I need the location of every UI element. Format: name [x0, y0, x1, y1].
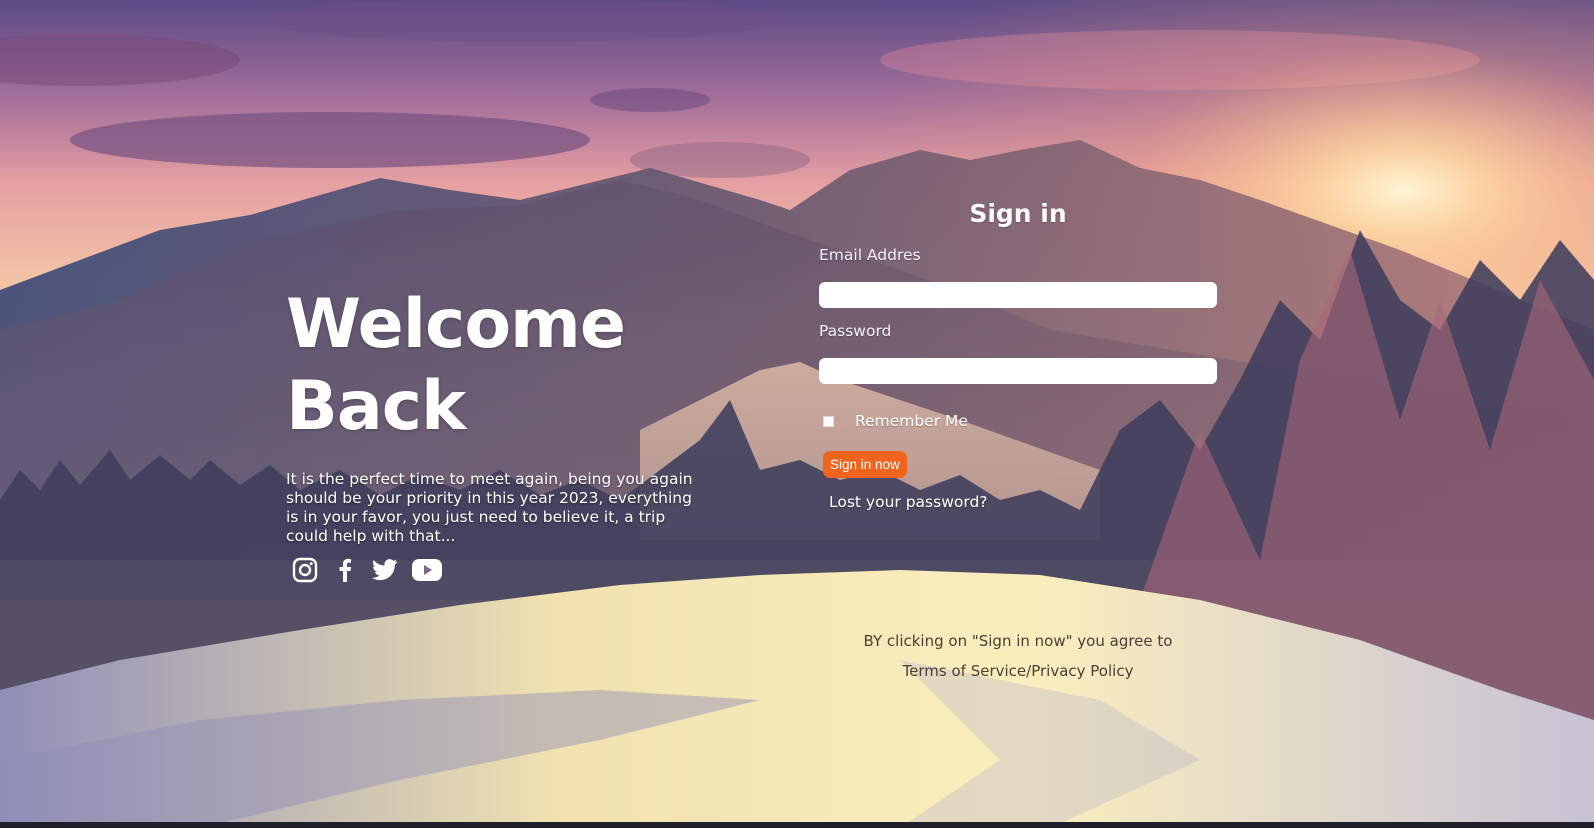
privacy-policy-link[interactable]: Privacy Policy: [1031, 662, 1133, 680]
password-field[interactable]: [819, 358, 1217, 384]
facebook-icon[interactable]: [330, 556, 360, 584]
welcome-title: Welcome Back: [286, 284, 706, 448]
remember-me-label: Remember Me: [855, 412, 968, 430]
email-label: Email Addres: [819, 246, 921, 264]
lost-password-link[interactable]: Lost your password?: [829, 493, 988, 511]
landscape-background: [0, 0, 1594, 828]
welcome-description: It is the perfect time to meet again, be…: [286, 470, 693, 545]
signin-title: Sign in: [969, 199, 1067, 228]
welcome-title-line1: Welcome: [286, 285, 626, 364]
welcome-section: Welcome Back It is the perfect time to m…: [286, 284, 706, 546]
sign-in-button[interactable]: Sign in now: [823, 451, 907, 478]
signin-form: Sign in Email Addres Password Remember M…: [819, 196, 1217, 511]
terms-notice: BY clicking on "Sign in now" you agree t…: [819, 626, 1217, 686]
youtube-icon[interactable]: [410, 556, 444, 584]
login-page: Welcome Back It is the perfect time to m…: [0, 0, 1594, 828]
terms-links: Terms of Service/Privacy Policy: [819, 656, 1217, 686]
remember-me-checkbox[interactable]: [823, 415, 834, 427]
terms-prefix: BY clicking on "Sign in now" you agree t…: [863, 632, 1173, 650]
terms-of-service-link[interactable]: Terms of Service: [903, 662, 1027, 680]
instagram-icon[interactable]: [290, 556, 320, 584]
remember-me[interactable]: Remember Me: [823, 412, 968, 430]
social-links: [290, 556, 454, 584]
twitter-icon[interactable]: [370, 556, 400, 584]
welcome-title-line2: Back: [286, 367, 466, 446]
password-label: Password: [819, 322, 892, 340]
email-field[interactable]: [819, 282, 1217, 308]
